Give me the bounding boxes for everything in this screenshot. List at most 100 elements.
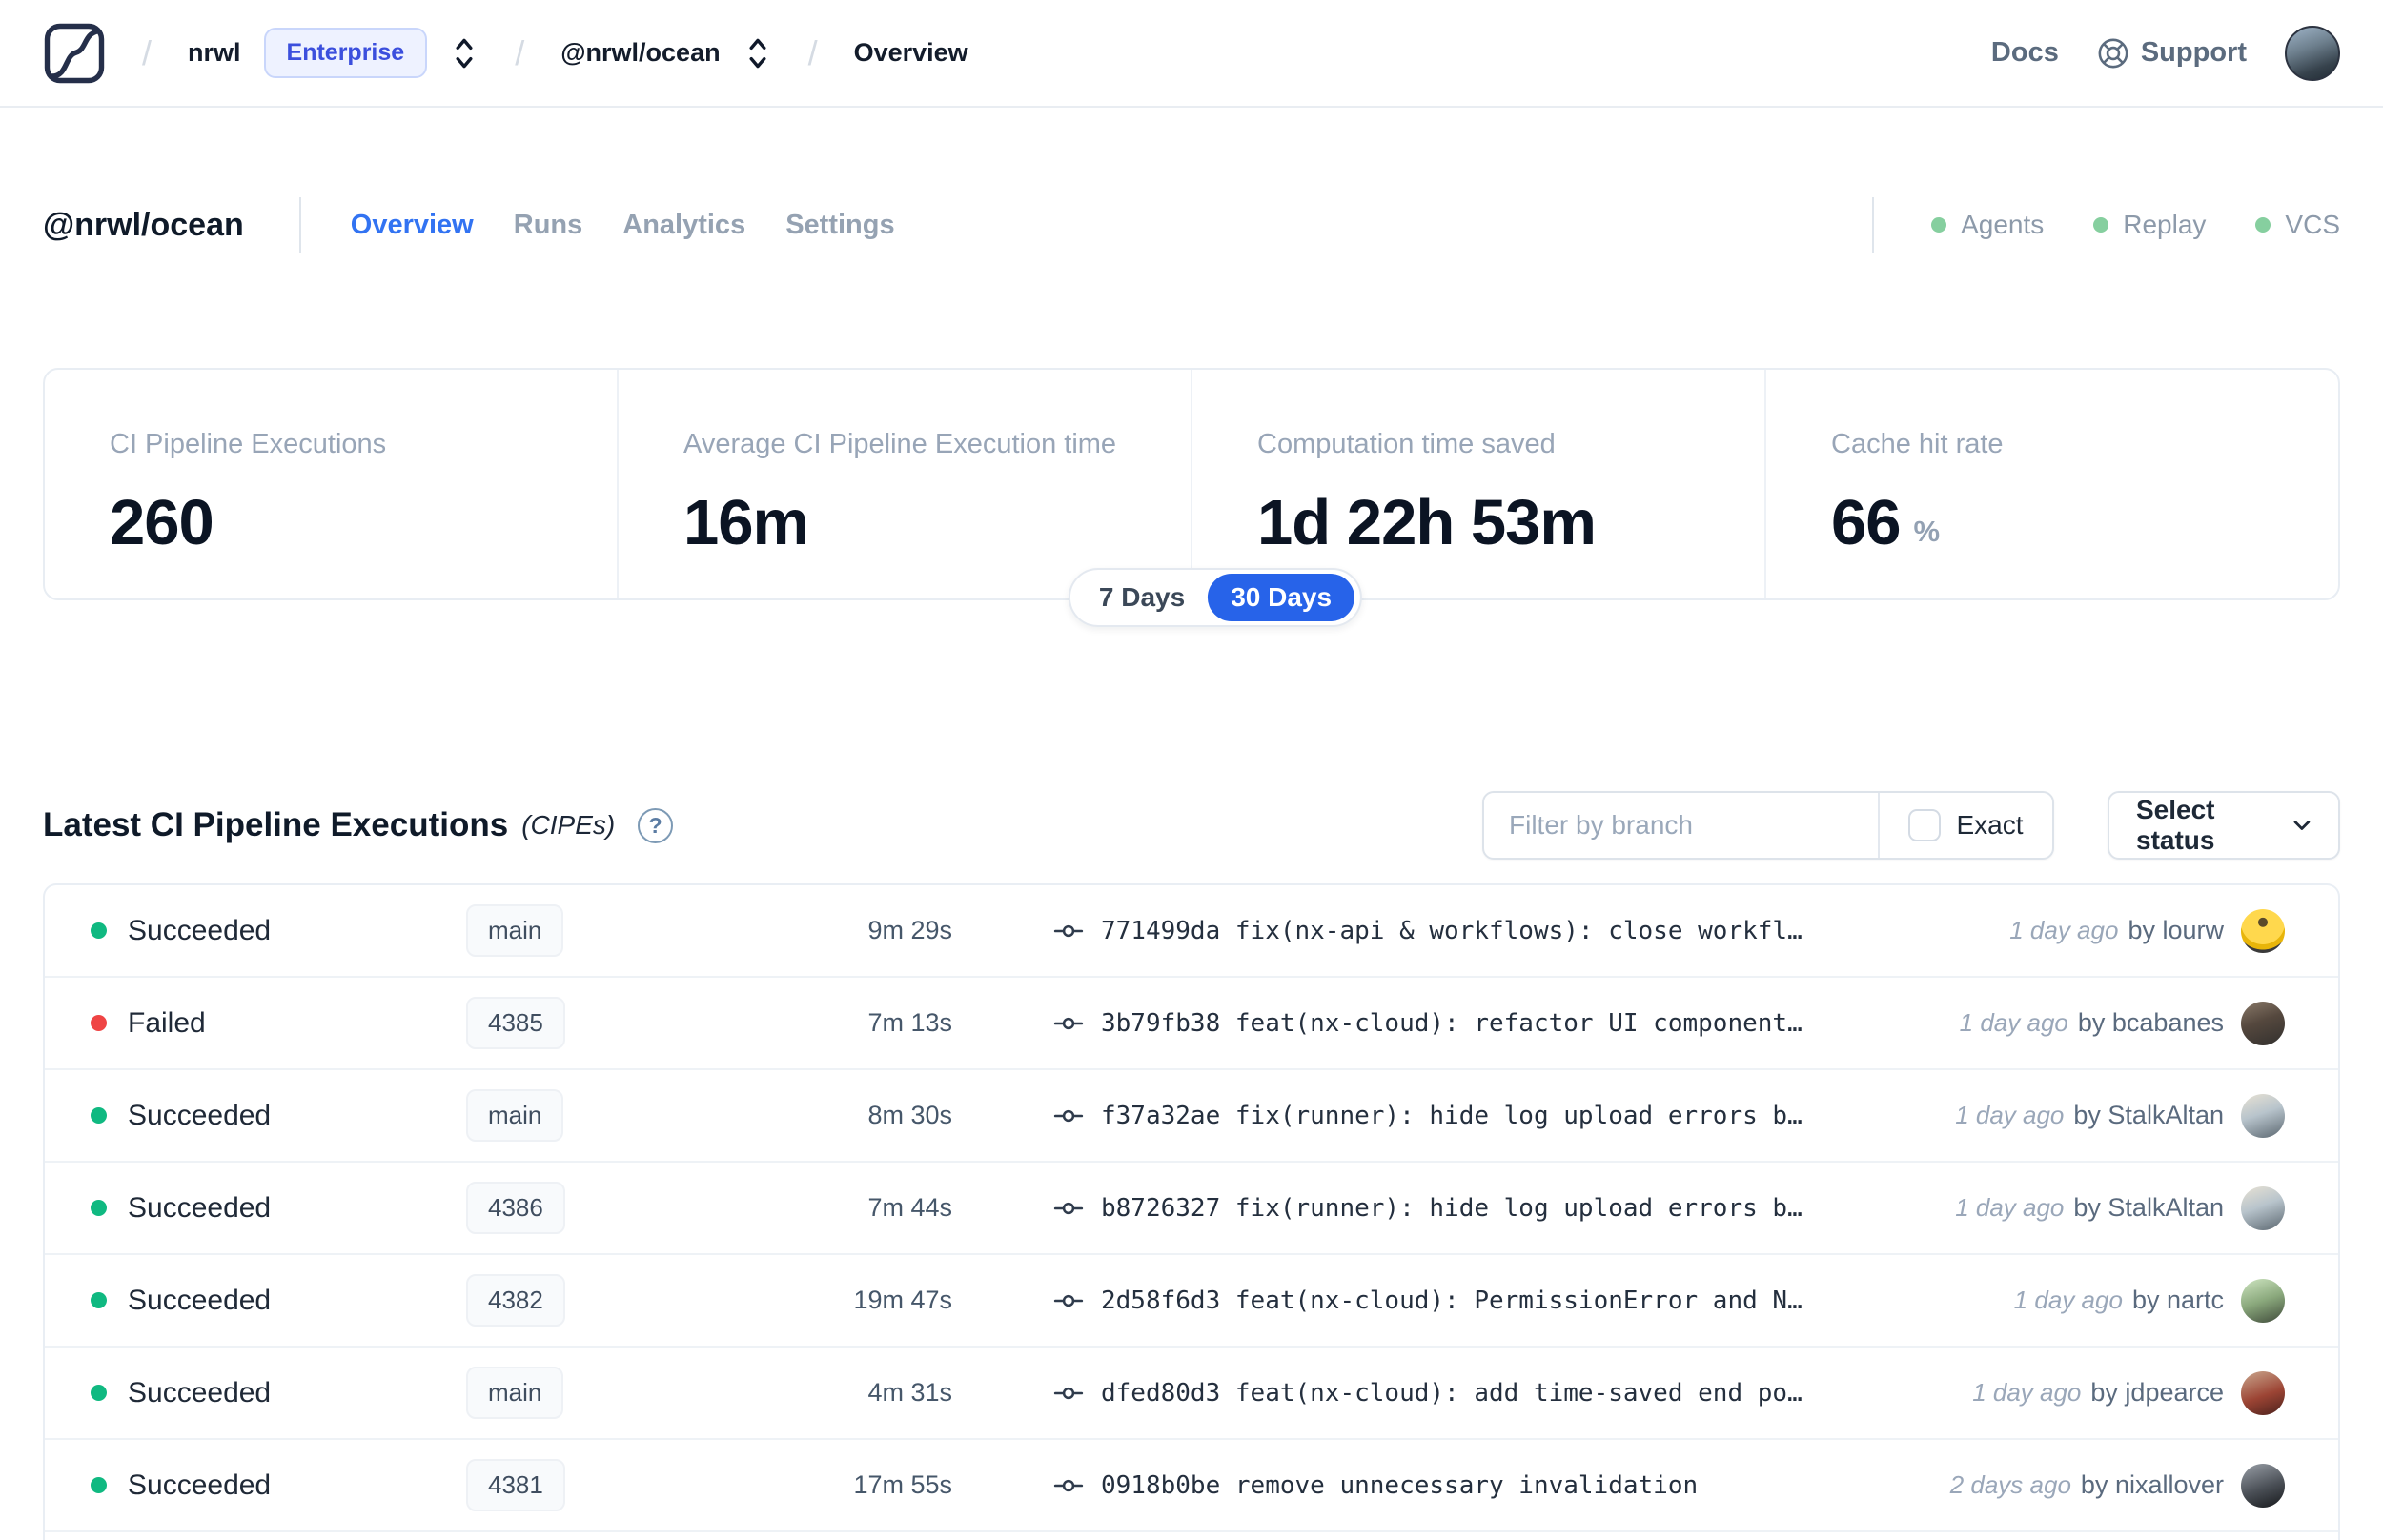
row-time: 1 day ago — [2013, 1286, 2123, 1314]
date-range-toggle: 7 Days 30 Days — [1068, 568, 1363, 627]
git-commit-icon — [1053, 924, 1084, 937]
branch-filter-input[interactable] — [1484, 793, 1878, 858]
stat-card-time-saved: Computation time saved 1d 22h 53m — [1191, 370, 1764, 598]
cipe-row[interactable]: Succeeded main 8m 30s f37a32ae fix(runne… — [45, 1070, 2338, 1163]
row-branch-col: 4381 — [466, 1459, 809, 1511]
git-commit-icon — [1053, 1017, 1084, 1029]
breadcrumb-separator: / — [515, 32, 525, 72]
author-avatar — [2241, 1093, 2285, 1138]
row-status: Succeeded — [128, 1099, 272, 1131]
commit-group: 0918b0be remove unnecessary invalidation — [1053, 1470, 1698, 1501]
support-label: Support — [2140, 37, 2247, 68]
commit-group: 3b79fb38 feat(nx-cloud): refactor UI com… — [1053, 1008, 1803, 1039]
user-avatar[interactable] — [2285, 25, 2340, 81]
org-switcher-chevrons-icon[interactable] — [450, 37, 479, 70]
cipe-row[interactable]: Failed 4385 7m 13s 3b79fb38 feat(nx-clou… — [45, 978, 2338, 1070]
row-status: Succeeded — [128, 1284, 272, 1316]
author-avatar — [2241, 1278, 2285, 1323]
tab-settings[interactable]: Settings — [785, 210, 894, 241]
status-replay-label: Replay — [2123, 210, 2207, 239]
workspace-header: @nrwl/ocean Overview Runs Analytics Sett… — [0, 180, 2383, 270]
row-status: Succeeded — [128, 1376, 272, 1408]
cipe-title-suffix: (CIPEs) — [521, 810, 616, 840]
branch-badge: 4386 — [466, 1182, 565, 1234]
cipe-row[interactable]: Succeeded main 9m 29s 771499da fix(nx-ap… — [45, 885, 2338, 978]
row-branch-col: main — [466, 904, 809, 957]
stat-value: 1d 22h 53m — [1257, 487, 1597, 558]
row-time: 1 day ago — [1955, 1101, 2065, 1129]
commit-text: 2d58f6d3 feat(nx-cloud): PermissionError… — [1101, 1286, 1803, 1315]
row-status: Succeeded — [128, 914, 272, 946]
tab-analytics[interactable]: Analytics — [622, 210, 745, 241]
status-select-dropdown[interactable]: Select status — [2108, 791, 2340, 860]
lifebuoy-icon — [2098, 38, 2128, 68]
row-meta: 1 day ago by StalkAltan — [1955, 1093, 2285, 1138]
cipe-controls: Exact Select status — [1482, 791, 2340, 860]
chevron-down-icon — [2293, 821, 2311, 830]
commit-text: b8726327 fix(runner): hide log upload er… — [1101, 1193, 1803, 1223]
cipe-section-header: Latest CI Pipeline Executions (CIPEs) ? … — [43, 786, 2340, 864]
row-meta: 1 day ago by StalkAltan — [1955, 1185, 2285, 1230]
status-agents-label: Agents — [1961, 210, 2045, 239]
commit-group: f37a32ae fix(runner): hide log upload er… — [1053, 1101, 1803, 1131]
breadcrumb-org[interactable]: nrwl — [188, 38, 241, 68]
tab-overview[interactable]: Overview — [351, 210, 474, 241]
workspace-switcher-chevrons-icon[interactable] — [743, 37, 772, 70]
status-dot-icon — [91, 1015, 107, 1031]
row-time: 1 day ago — [1959, 1008, 2068, 1037]
docs-link[interactable]: Docs — [1991, 37, 2059, 69]
row-branch-col: main — [466, 1089, 809, 1142]
stat-suffix: % — [1913, 515, 1941, 548]
range-30-days[interactable]: 30 Days — [1208, 574, 1355, 621]
green-dot-icon — [2255, 217, 2271, 233]
cipe-row[interactable]: Succeeded 4381 17m 55s 0918b0be remove u… — [45, 1440, 2338, 1532]
breadcrumb-workspace[interactable]: @nrwl/ocean — [560, 38, 720, 68]
cipe-row[interactable]: Succeeded 4382 19m 47s 2d58f6d3 feat(nx-… — [45, 1255, 2338, 1348]
exact-filter: Exact — [1880, 793, 2052, 858]
author-avatar — [2241, 1370, 2285, 1415]
commit-text: 0918b0be remove unnecessary invalidation — [1101, 1470, 1699, 1500]
help-icon[interactable]: ? — [638, 807, 674, 843]
tab-runs[interactable]: Runs — [514, 210, 583, 241]
cipe-row[interactable]: Succeeded 4386 7m 44s b8726327 fix(runne… — [45, 1163, 2338, 1255]
status-dot-icon — [91, 1385, 107, 1401]
status-replay[interactable]: Replay — [2093, 210, 2206, 240]
nx-cloud-logo-icon[interactable] — [43, 22, 106, 85]
status-dot-icon — [91, 1107, 107, 1124]
stat-label: Cache hit rate — [1831, 429, 2004, 459]
git-commit-icon — [1053, 1294, 1084, 1307]
row-author: by nixallover — [2080, 1470, 2224, 1499]
stat-card-avg-time: Average CI Pipeline Execution time 16m — [617, 370, 1191, 598]
row-meta: 1 day ago by jdpearce — [1972, 1370, 2285, 1415]
commit-group: 771499da fix(nx-api & workflows): close … — [1053, 916, 1803, 946]
stats-panel: CI Pipeline Executions 260 Average CI Pi… — [43, 368, 2340, 627]
row-time: 1 day ago — [2009, 916, 2119, 944]
support-link[interactable]: Support — [2097, 37, 2247, 70]
status-dot-icon — [91, 922, 107, 939]
commit-text: f37a32ae fix(runner): hide log upload er… — [1101, 1101, 1803, 1130]
status-vcs[interactable]: VCS — [2255, 210, 2340, 240]
row-author: by bcabanes — [2077, 1008, 2224, 1037]
row-duration: 7m 13s — [867, 1008, 952, 1037]
row-time: 2 days ago — [1949, 1470, 2071, 1499]
row-duration: 9m 29s — [867, 916, 952, 944]
range-7-days[interactable]: 7 Days — [1076, 574, 1208, 621]
status-dot-icon — [91, 1477, 107, 1493]
row-duration: 17m 55s — [853, 1470, 952, 1499]
breadcrumb-page[interactable]: Overview — [854, 38, 968, 68]
row-status: Failed — [128, 1006, 206, 1039]
enterprise-badge[interactable]: Enterprise — [263, 28, 428, 78]
row-branch-col: 4382 — [466, 1274, 809, 1327]
git-commit-icon — [1053, 1202, 1084, 1214]
status-agents[interactable]: Agents — [1931, 210, 2044, 240]
commit-text: dfed80d3 feat(nx-cloud): add time-saved … — [1101, 1378, 1803, 1408]
breadcrumb: / nrwl Enterprise / @nrwl/ocean / Overvi… — [43, 22, 968, 85]
commit-group: b8726327 fix(runner): hide log upload er… — [1053, 1193, 1803, 1224]
branch-badge: main — [466, 904, 564, 957]
exact-checkbox[interactable] — [1908, 809, 1942, 841]
cipe-row[interactable]: Succeeded main 4m 31s dfed80d3 feat(nx-c… — [45, 1348, 2338, 1440]
row-branch-col: 4386 — [466, 1182, 809, 1234]
row-time: 1 day ago — [1972, 1378, 2082, 1407]
commit-group: 2d58f6d3 feat(nx-cloud): PermissionError… — [1053, 1286, 1803, 1316]
stat-label: CI Pipeline Executions — [110, 429, 387, 459]
